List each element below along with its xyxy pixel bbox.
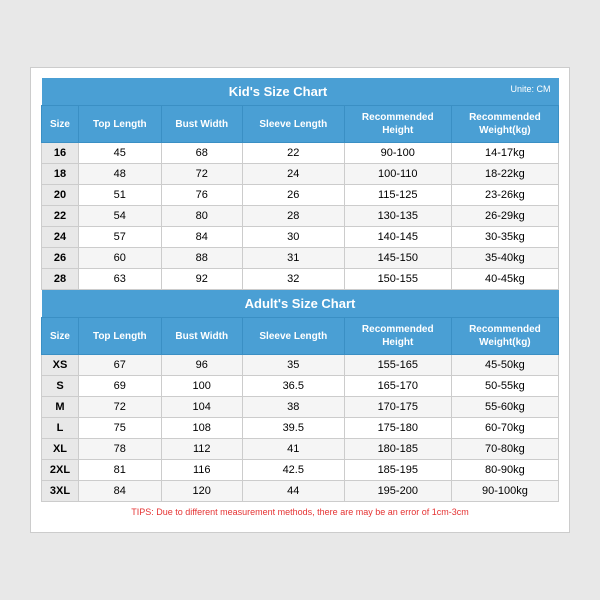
- size-cell: 28: [42, 269, 79, 290]
- table-row: 20 51 76 26 115-125 23-26kg: [42, 185, 559, 206]
- adults-header-top-length: Top Length: [79, 318, 162, 355]
- table-row: M 72 104 38 170-175 55-60kg: [42, 397, 559, 418]
- size-cell: 22: [42, 206, 79, 227]
- adults-header-weight: RecommendedWeight(kg): [451, 318, 558, 355]
- table-row: 24 57 84 30 140-145 30-35kg: [42, 227, 559, 248]
- kids-header-weight: RecommendedWeight(kg): [451, 106, 558, 143]
- table-row: 22 54 80 28 130-135 26-29kg: [42, 206, 559, 227]
- size-cell: M: [42, 397, 79, 418]
- kids-unit: Unite: CM: [510, 84, 554, 94]
- kids-header-height: RecommendedHeight: [344, 106, 451, 143]
- size-cell: 16: [42, 143, 79, 164]
- table-row: S 69 100 36.5 165-170 50-55kg: [42, 376, 559, 397]
- size-cell: XL: [42, 439, 79, 460]
- table-row: 28 63 92 32 150-155 40-45kg: [42, 269, 559, 290]
- kids-title-text: Kid's Size Chart: [229, 84, 327, 99]
- kids-header-size: Size: [42, 106, 79, 143]
- table-row: XL 78 112 41 180-185 70-80kg: [42, 439, 559, 460]
- size-cell: XS: [42, 355, 79, 376]
- size-cell: 24: [42, 227, 79, 248]
- tips-row: TIPS: Due to different measurement metho…: [42, 502, 559, 523]
- size-cell: 26: [42, 248, 79, 269]
- adults-title: Adult's Size Chart: [42, 290, 559, 318]
- adults-header-size: Size: [42, 318, 79, 355]
- kids-title: Kid's Size Chart Unite: CM: [42, 78, 559, 106]
- kids-section-header: Kid's Size Chart Unite: CM: [42, 78, 559, 106]
- adults-section-header: Adult's Size Chart: [42, 290, 559, 318]
- size-cell: 2XL: [42, 460, 79, 481]
- table-row: 3XL 84 120 44 195-200 90-100kg: [42, 481, 559, 502]
- kids-col-headers: Size Top Length Bust Width Sleeve Length…: [42, 106, 559, 143]
- table-row: XS 67 96 35 155-165 45-50kg: [42, 355, 559, 376]
- size-cell: 3XL: [42, 481, 79, 502]
- chart-container: Kid's Size Chart Unite: CM Size Top Leng…: [30, 67, 570, 533]
- adults-col-headers: Size Top Length Bust Width Sleeve Length…: [42, 318, 559, 355]
- size-cell: 20: [42, 185, 79, 206]
- adults-header-bust-width: Bust Width: [161, 318, 242, 355]
- table-row: L 75 108 39.5 175-180 60-70kg: [42, 418, 559, 439]
- size-cell: S: [42, 376, 79, 397]
- adults-header-height: RecommendedHeight: [344, 318, 451, 355]
- size-cell: 18: [42, 164, 79, 185]
- table-row: 2XL 81 116 42.5 185-195 80-90kg: [42, 460, 559, 481]
- adults-header-sleeve-length: Sleeve Length: [242, 318, 344, 355]
- kids-header-sleeve-length: Sleeve Length: [242, 106, 344, 143]
- size-cell: L: [42, 418, 79, 439]
- tips-text: TIPS: Due to different measurement metho…: [42, 502, 559, 523]
- table-row: 16 45 68 22 90-100 14-17kg: [42, 143, 559, 164]
- size-chart-table: Kid's Size Chart Unite: CM Size Top Leng…: [41, 78, 559, 522]
- kids-header-top-length: Top Length: [79, 106, 162, 143]
- table-row: 26 60 88 31 145-150 35-40kg: [42, 248, 559, 269]
- table-row: 18 48 72 24 100-110 18-22kg: [42, 164, 559, 185]
- kids-header-bust-width: Bust Width: [161, 106, 242, 143]
